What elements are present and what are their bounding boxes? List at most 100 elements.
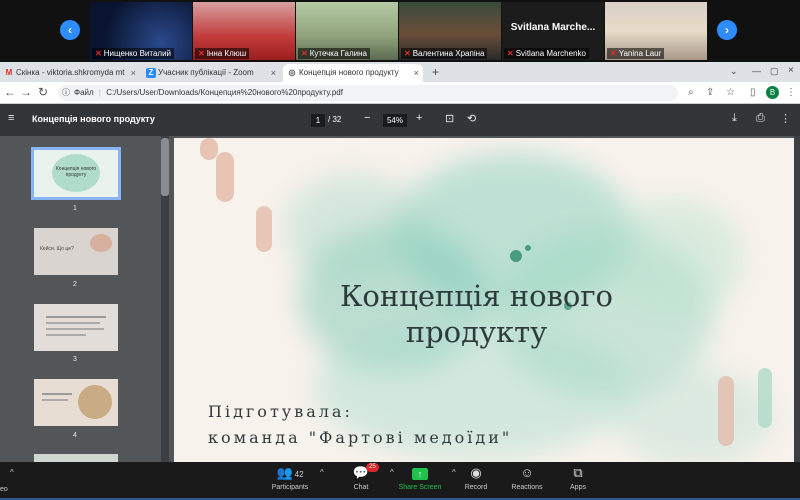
participant-display-name: Svitlana Marche...	[510, 22, 596, 33]
thumbnail-page-2[interactable]: Кейси. Що це?	[34, 228, 118, 275]
print-icon[interactable]: ⎙	[756, 112, 765, 125]
hamburger-menu-icon[interactable]: ≡	[8, 112, 14, 124]
browser-address-bar: ← → ↻ ⓘ Файл | C:/Users/User/Downloads/К…	[0, 82, 800, 104]
more-options-icon[interactable]: ⋮	[780, 112, 791, 125]
side-panel-icon[interactable]: ▯	[750, 87, 756, 98]
page-total: / 32	[328, 115, 342, 124]
tab-zoom[interactable]: Z Учасник публікації - Zoom ×	[142, 64, 280, 82]
fit-page-icon[interactable]: ⊡	[445, 112, 454, 125]
thumbnail-page-5[interactable]	[34, 454, 118, 462]
zoom-lens-icon[interactable]: ⌕	[688, 87, 694, 98]
minimize-icon[interactable]: —	[752, 66, 761, 76]
url-text: C:/Users/User/Downloads/Концепция%20ново…	[106, 88, 343, 97]
zoom-level-input[interactable]: 54%	[383, 114, 407, 127]
participants-label: Participants	[271, 484, 309, 491]
participant-tile[interactable]: Svitlana Marche... ✕ Svitlana Marchenko	[502, 2, 604, 60]
close-tab-icon[interactable]: ×	[414, 64, 419, 82]
participant-name: Yanina Laur	[618, 49, 662, 58]
reload-icon[interactable]: ↻	[38, 85, 48, 99]
gallery-prev-icon[interactable]: ‹	[60, 20, 80, 40]
download-icon[interactable]: ⤓	[732, 112, 737, 125]
participants-button[interactable]: 👥 42 Participants	[255, 462, 325, 491]
gallery-next-icon[interactable]: ›	[717, 20, 737, 40]
thumbnail-page-1[interactable]: Концепція нового продукту	[31, 147, 121, 200]
menu-kebab-icon[interactable]: ⋮	[786, 87, 796, 98]
profile-avatar[interactable]: B	[766, 86, 779, 99]
thumbnail-sidebar: Концепція нового продукту 1 Кейси. Що це…	[0, 136, 170, 462]
chevron-up-icon[interactable]: ^	[10, 468, 14, 477]
tab-pdf-active[interactable]: ◎ Концепція нового продукту ×	[283, 64, 423, 82]
new-tab-icon[interactable]: +	[432, 65, 439, 79]
tab-gmail[interactable]: M Скінка - viktoria.shkromyda mt ×	[0, 64, 140, 82]
zoom-in-icon[interactable]: +	[416, 112, 422, 124]
forward-icon[interactable]: →	[20, 85, 32, 99]
muted-mic-icon: ✕	[404, 49, 411, 58]
pdf-title: Концепція нового продукту	[32, 114, 155, 124]
participants-chevron-icon[interactable]: ^	[320, 468, 324, 477]
rotate-icon[interactable]: ⟲	[467, 112, 476, 125]
chat-badge: 25	[366, 463, 379, 472]
participant-tile[interactable]: ✕ Нищенко Виталий	[90, 2, 192, 60]
participant-tile[interactable]: ✕ Інна Клюш	[193, 2, 295, 60]
back-icon[interactable]: ←	[4, 85, 16, 99]
page-number-input[interactable]: 1	[311, 114, 325, 127]
tab-label: Учасник публікації - Zoom	[158, 68, 254, 77]
zoom-out-icon[interactable]: −	[364, 112, 370, 124]
share-screen-icon: ↑	[412, 468, 428, 480]
participant-name: Кутечка Галина	[309, 49, 367, 58]
thumbnail-text: Кейси. Що це?	[40, 246, 74, 252]
thumbnail-page-3[interactable]	[34, 304, 118, 351]
slide-subtitle-line-2: команда "Фартові медоїди"	[208, 428, 513, 447]
muted-mic-icon: ✕	[198, 49, 205, 58]
participant-tile[interactable]: ✕ Кутечка Галина	[296, 2, 398, 60]
close-tab-icon[interactable]: ×	[131, 64, 136, 82]
participants-icon: 👥	[276, 465, 293, 480]
video-label: eo	[0, 486, 8, 493]
apps-icon: ⧉	[573, 465, 583, 480]
share-icon[interactable]: ⇪	[706, 87, 714, 98]
tab-label: Скінка - viktoria.shkromyda mt	[16, 68, 125, 77]
participant-tile[interactable]: ✕ Валентина Храпіна	[399, 2, 501, 60]
tab-label: Концепція нового продукту	[299, 68, 399, 77]
url-field[interactable]: ⓘ Файл | C:/Users/User/Downloads/Концепц…	[58, 85, 678, 101]
thumbnail-number: 1	[73, 205, 77, 212]
apps-button[interactable]: ⧉ Apps	[543, 462, 613, 491]
participant-name: Валентина Храпіна	[412, 49, 485, 58]
thumbnail-page-4[interactable]	[34, 379, 118, 426]
tab-search-icon[interactable]: ⌄	[730, 66, 738, 77]
thumbnail-number: 3	[73, 356, 77, 363]
info-icon: ⓘ	[62, 88, 70, 97]
participant-name: Нищенко Виталий	[103, 49, 172, 58]
zoom-gallery-strip: ‹ ✕ Нищенко Виталий ✕ Інна Клюш ✕ Кутечка Г…	[0, 0, 800, 62]
participant-tile[interactable]: ✕ Yanina Laur	[605, 2, 707, 60]
participant-name: Svitlana Marchenko	[515, 49, 586, 58]
participants-count: 42	[294, 470, 304, 479]
slide-subtitle-line-1: Підготувала:	[208, 402, 353, 421]
participant-name: Інна Клюш	[206, 49, 247, 58]
thumbnail-number: 4	[73, 432, 77, 439]
close-tab-icon[interactable]: ×	[271, 64, 276, 82]
main-scrollbar[interactable]	[794, 136, 800, 462]
zoom-icon: Z	[146, 68, 156, 78]
globe-icon: ◎	[288, 68, 296, 77]
browser-tab-bar: M Скінка - viktoria.shkromyda mt × Z Уча…	[0, 62, 800, 82]
slide-title-line-2: продукту	[405, 315, 548, 349]
muted-mic-icon: ✕	[301, 49, 308, 58]
slide-title-line-1: Концепція нового	[339, 279, 614, 313]
url-prefix: Файл	[74, 88, 94, 97]
pdf-main-view[interactable]: Концепція нового продукту Підготувала: к…	[170, 136, 800, 462]
zoom-control-bar: ^ eo 👥 42 Participants ^ 💬 25 Chat ^ ↑ Sh…	[0, 462, 800, 500]
slide-title: Концепція нового продукту	[274, 278, 679, 350]
gmail-icon: M	[5, 68, 13, 77]
thumbnail-text: Концепція нового продукту	[55, 166, 97, 178]
thumbnail-number: 2	[73, 281, 77, 288]
slide-page-1: Концепція нового продукту Підготувала: к…	[174, 138, 796, 462]
close-window-icon[interactable]: ×	[788, 65, 794, 76]
bookmark-star-icon[interactable]: ☆	[726, 87, 735, 98]
muted-mic-icon: ✕	[507, 49, 514, 58]
sidebar-scroll-thumb[interactable]	[161, 138, 169, 196]
pdf-toolbar: ≡ Концепція нового продукту 1 / 32 − 54%…	[0, 104, 800, 136]
muted-mic-icon: ✕	[95, 49, 102, 58]
muted-mic-icon: ✕	[610, 49, 617, 58]
maximize-icon[interactable]: ▢	[770, 66, 779, 77]
